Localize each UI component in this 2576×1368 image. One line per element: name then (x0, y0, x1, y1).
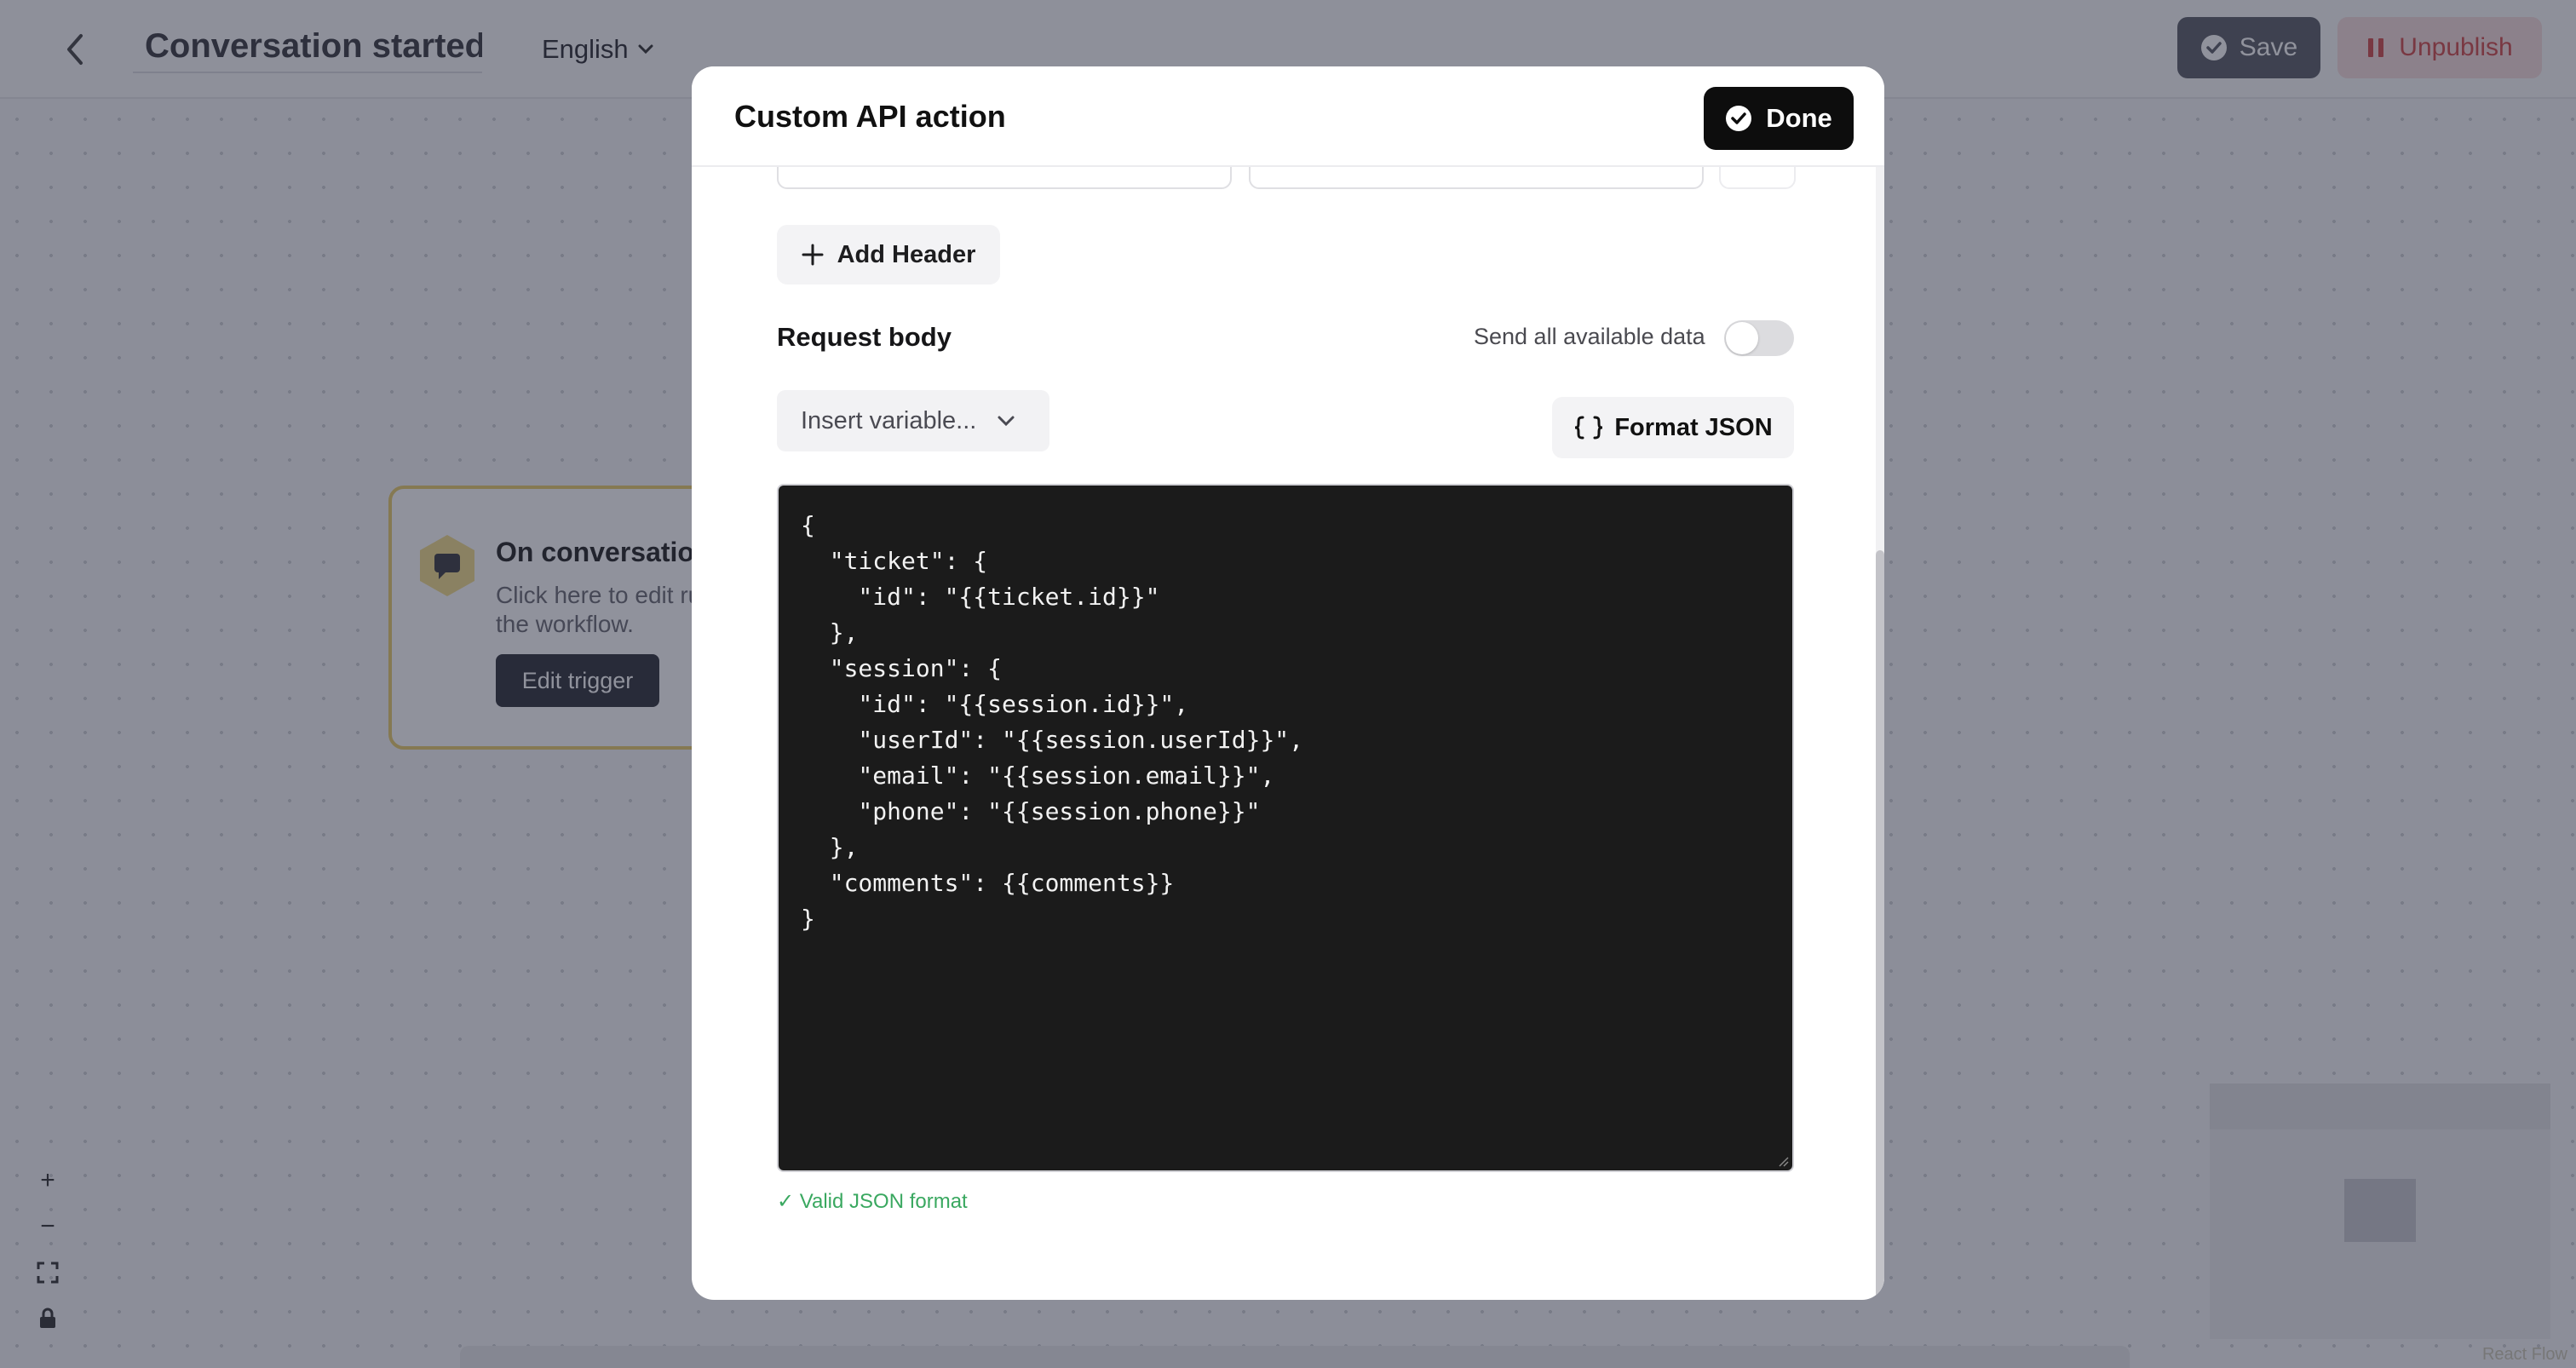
format-json-label: Format JSON (1614, 413, 1773, 441)
resize-handle-icon[interactable] (1777, 1155, 1789, 1167)
custom-api-action-modal: Custom API action Done Add Header Reques… (692, 66, 1884, 1300)
add-header-label: Add Header (837, 240, 976, 268)
send-all-label: Send all available data (1474, 324, 1705, 349)
check-circle-icon (1726, 106, 1752, 131)
insert-variable-select[interactable]: Insert variable... (777, 390, 1049, 451)
request-body-json[interactable]: { "ticket": { "id": "{{ticket.id}}" }, "… (801, 508, 1770, 937)
request-body-editor[interactable]: { "ticket": { "id": "{{ticket.id}}" }, "… (777, 484, 1794, 1172)
chevron-down-icon (998, 416, 1015, 427)
done-button[interactable]: Done (1704, 87, 1854, 150)
plus-icon (802, 244, 824, 266)
add-header-button[interactable]: Add Header (777, 225, 1000, 285)
json-valid-message: ✓ Valid JSON format (777, 1190, 968, 1213)
toggle-knob (1726, 322, 1758, 354)
send-all-toggle[interactable] (1724, 320, 1794, 356)
done-label: Done (1766, 103, 1832, 133)
braces-icon (1575, 416, 1603, 440)
format-json-button[interactable]: Format JSON (1552, 397, 1794, 458)
request-body-label: Request body (777, 322, 952, 352)
modal-scrollbar-thumb[interactable] (1876, 550, 1884, 1300)
modal-title: Custom API action (734, 99, 1006, 134)
insert-variable-placeholder: Insert variable... (801, 406, 977, 434)
react-flow-attribution[interactable]: React Flow (2482, 1345, 2567, 1365)
modal-header: Custom API action Done (692, 66, 1884, 167)
